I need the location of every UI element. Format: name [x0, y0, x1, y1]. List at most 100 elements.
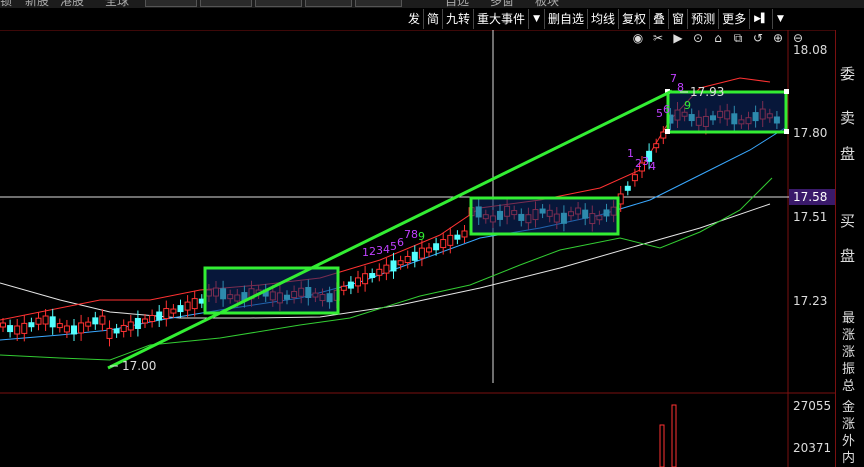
panel-stat-label: 振 [842, 362, 856, 377]
candle-body [63, 325, 70, 333]
lock-icon[interactable]: ⌂ [710, 30, 726, 46]
candle-body [127, 321, 134, 331]
panel-stat-label: 外 [842, 434, 856, 449]
eye-icon[interactable]: ◉ [630, 30, 646, 46]
toolbar-major-events[interactable]: 重大事件 [474, 9, 530, 29]
record-icon[interactable]: ⊙ [690, 30, 706, 46]
candle-body [362, 273, 369, 285]
td-count-label: 4 [649, 160, 656, 173]
td-count-label: 9 [418, 230, 425, 243]
candle-body [653, 143, 660, 149]
menu-dropdown-icon[interactable]: ▼ [773, 9, 788, 29]
candle-body [170, 308, 177, 314]
candle-body [78, 322, 85, 334]
td-count-label: 2 [369, 245, 376, 258]
td-count-label: 8 [677, 81, 684, 94]
copy-icon[interactable]: ⧉ [730, 30, 746, 46]
top-strip-button[interactable] [255, 0, 302, 7]
toolbar-ma-line[interactable]: 均线 [588, 9, 620, 29]
volume-axis-label: 27055 [793, 399, 832, 413]
td-count-label: 6 [663, 103, 670, 116]
td-count-label: 3 [642, 155, 649, 168]
candle-body [113, 328, 120, 334]
top-strip-button[interactable] [305, 0, 352, 7]
candle-body [49, 316, 56, 328]
td-count-label: 5 [390, 240, 397, 253]
td-count-label: 3 [376, 244, 383, 257]
toolbar-more[interactable]: 更多 [719, 9, 751, 29]
toolbar-delete-watchlist[interactable]: 删自选 [545, 9, 588, 29]
candle-body [120, 324, 127, 332]
candle-body [376, 268, 383, 276]
candle-body [35, 317, 42, 325]
volume-bar [671, 404, 677, 467]
zoom-in-icon[interactable]: ⊕ [770, 30, 786, 46]
panel-stat-label: 总 [842, 379, 856, 394]
panel-label: 委 [840, 65, 856, 83]
candle-body [404, 256, 411, 264]
ma-line-blue [0, 127, 786, 341]
panel-label: 盘 [840, 145, 856, 163]
candle-body [99, 315, 106, 325]
candle-body [347, 281, 354, 289]
top-tab[interactable]: 板块 [535, 0, 559, 8]
current-price-label: 17.58 [793, 190, 828, 204]
toolbar-fa[interactable]: 发 [405, 9, 425, 29]
candle-body [21, 322, 28, 334]
toolbar-window[interactable]: 窗 [669, 9, 689, 29]
candle-body [355, 277, 361, 287]
panel-stat-label: 涨 [842, 417, 856, 432]
td-count-label: 7 [404, 228, 411, 241]
play-icon[interactable]: ▶ [670, 30, 686, 46]
candle-body [28, 322, 35, 328]
top-tab[interactable]: 港股 [60, 0, 84, 8]
candle-body [142, 318, 148, 324]
toolbar-fuquan[interactable]: 复权 [619, 9, 651, 29]
order-book-panel: 委 卖 盘 买 盘 最 涨 涨 振 总 金 涨 外 内 [835, 30, 864, 467]
low-price-label: 17.00 [122, 359, 156, 373]
top-tab[interactable]: 锁 [0, 0, 12, 8]
top-tab[interactable]: 多窗 [490, 0, 514, 8]
collapse-panel-icon[interactable]: ▶▌ [750, 9, 773, 29]
candle-body [624, 185, 631, 191]
top-tab[interactable]: 自选 [445, 0, 469, 8]
top-tab[interactable]: 全球 [105, 0, 129, 8]
top-tab[interactable]: 新股 [25, 0, 49, 8]
panel-label: 买 [840, 212, 856, 230]
td-count-label: 1 [627, 147, 634, 160]
top-menu-strip: 锁 新股 港股 全球 自选 多窗 板块 [0, 0, 864, 8]
top-strip-button[interactable] [145, 0, 197, 7]
ma-line-long [0, 203, 771, 319]
td-count-label: 1 [362, 246, 369, 259]
td-count-label: 8 [411, 228, 418, 241]
candle-body [85, 321, 92, 327]
td-count-label: 7 [670, 72, 677, 85]
price-axis-label: 17.23 [793, 294, 828, 308]
td-count-label: 5 [656, 107, 663, 120]
volume-axis-label: 20371 [793, 441, 832, 455]
top-strip-button[interactable] [200, 0, 252, 7]
candle-body [7, 325, 14, 333]
td-count-label: 4 [383, 243, 390, 256]
undo-icon[interactable]: ↺ [750, 30, 766, 46]
candle-body [42, 315, 49, 325]
toolbar-overlay[interactable]: 叠 [650, 9, 670, 29]
toolbar-forecast[interactable]: 预测 [688, 9, 720, 29]
td-count-label: 9 [684, 99, 691, 112]
toolbar-jiuzhuan[interactable]: 九转 [443, 9, 475, 29]
box-handle [784, 89, 789, 94]
candle-body [631, 174, 638, 182]
toolbar-dropdown-icon[interactable]: ▼ [529, 9, 545, 29]
candle-body [71, 325, 77, 335]
candle-body [184, 301, 191, 311]
top-strip-button[interactable] [355, 0, 402, 7]
panel-stat-label: 最 [842, 311, 856, 326]
candle-body [426, 247, 432, 253]
toolbar-jian[interactable]: 简 [424, 9, 444, 29]
panel-stat-label: 金 [842, 400, 856, 415]
candle-body [106, 327, 113, 339]
price-axis-label: 18.08 [793, 43, 828, 57]
candle-body [397, 260, 404, 266]
scissors-icon[interactable]: ✂ [650, 30, 666, 46]
kline-chart[interactable]: 17.00 17.93 1 2 3 4 5 6 7 8 9 1 2 3 4 5 … [0, 30, 835, 467]
